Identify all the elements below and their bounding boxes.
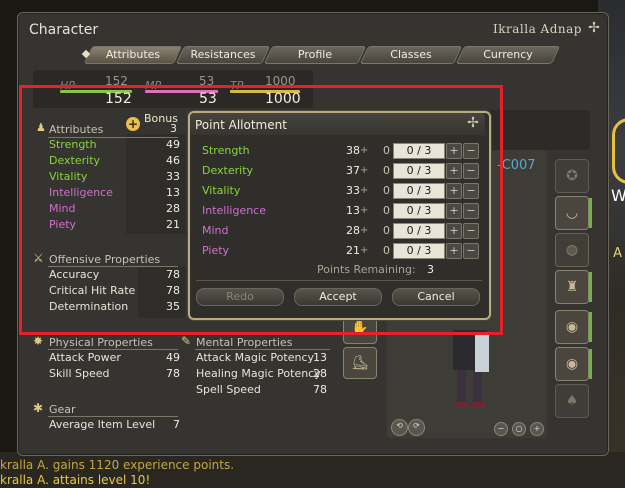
slot-necklace-icon[interactable]: ◡ (555, 196, 589, 230)
game-text-fragment: W (611, 186, 625, 205)
game-emblem-icon (612, 118, 625, 184)
mental-value-healing-magic: 28 (313, 367, 327, 380)
zoom-in-icon[interactable]: + (530, 422, 544, 436)
gear-label-avg-ilvl: Average Item Level (49, 418, 156, 431)
physical-heading: Physical Properties (49, 336, 153, 349)
zoom-out-icon[interactable]: − (494, 422, 508, 436)
mental-label-attack-magic: Attack Magic Potency (196, 351, 315, 364)
slot-durability-bar-2 (589, 272, 592, 302)
mental-label-spell-speed: Spell Speed (196, 383, 261, 396)
physical-value-skill-speed: 78 (166, 367, 180, 380)
physical-label-skill-speed: Skill Speed (49, 367, 110, 380)
physical-value-attack-power: 49 (166, 351, 180, 364)
tab-attributes[interactable]: Attributes (83, 46, 183, 64)
slot-soul-icon[interactable]: ♠ (555, 384, 589, 418)
slot-crest-icon[interactable]: ✪ (555, 159, 589, 193)
highlight-box (19, 85, 503, 335)
rotate-right-icon[interactable]: ⟳ (408, 419, 425, 436)
physical-rule (48, 349, 178, 350)
rotate-left-icon[interactable]: ⟲ (391, 419, 408, 436)
mental-value-spell-speed: 78 (313, 383, 327, 396)
tab-currency[interactable]: Currency (455, 46, 561, 64)
slot-ring-icon[interactable]: ◉ (555, 310, 589, 344)
character-model (453, 330, 489, 408)
slot-bracelet-icon[interactable]: ♜ (555, 270, 589, 304)
chat-line: kralla A. gains 1120 experience points. (0, 458, 235, 472)
slot-earring-icon[interactable]: ◍ (555, 233, 589, 267)
slot-durability-bar (589, 198, 592, 228)
mental-rule (195, 349, 330, 350)
character-name: Ikralla Adnap (493, 22, 582, 36)
slot-durability-bar-3 (589, 312, 592, 342)
chat-line: kralla A. attains level 10! (0, 473, 151, 487)
window-title: Character (29, 22, 99, 38)
slot-ring2-icon[interactable]: ◉ (555, 347, 589, 381)
tab-classes[interactable]: Classes (359, 46, 463, 64)
mental-heading: Mental Properties (196, 336, 293, 349)
slot-boots-icon[interactable]: ⛸ (343, 347, 377, 379)
mental-value-attack-magic: 13 (313, 351, 327, 364)
zoom-reset-icon[interactable]: ○ (512, 422, 526, 436)
tab-profile[interactable]: Profile (263, 46, 367, 64)
slot-durability-bar-4 (589, 349, 592, 379)
tab-resistances[interactable]: Resistances (175, 46, 271, 64)
gear-heading: Gear (49, 403, 76, 416)
gear-icon: ✱ (33, 401, 44, 415)
physical-label-attack-power: Attack Power (49, 351, 121, 364)
window-settings-icon[interactable]: ✢ (586, 20, 602, 36)
physical-icon: ✸ (33, 334, 44, 348)
mental-icon: ✎ (181, 334, 192, 348)
gear-value-avg-ilvl: 7 (173, 418, 180, 431)
gear-rule (48, 416, 178, 417)
